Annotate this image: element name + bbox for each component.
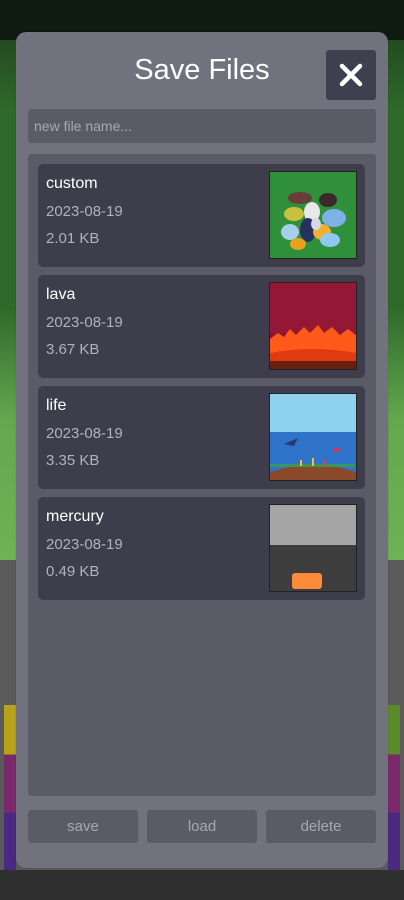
file-name: mercury (46, 508, 104, 525)
file-size: 0.49 KB (46, 563, 100, 580)
save-button[interactable]: save (28, 810, 138, 843)
file-item-life[interactable]: life 2023-08-19 3.35 KB (38, 386, 365, 489)
file-item-lava[interactable]: lava 2023-08-19 3.67 KB (38, 275, 365, 378)
file-name-input[interactable] (28, 109, 376, 143)
save-files-modal: Save Files custom 2023-08-19 2.01 KB (16, 32, 388, 868)
file-size: 3.35 KB (46, 452, 100, 469)
custom-thumbnail (269, 171, 357, 259)
file-item-custom[interactable]: custom 2023-08-19 2.01 KB (38, 164, 365, 267)
file-size: 3.67 KB (46, 341, 100, 358)
close-icon (339, 63, 363, 87)
mercury-thumbnail (269, 504, 357, 592)
file-name: life (46, 397, 67, 414)
load-button[interactable]: load (147, 810, 257, 843)
file-date: 2023-08-19 (46, 203, 123, 220)
close-button[interactable] (326, 50, 376, 100)
lava-thumbnail (269, 282, 357, 370)
file-date: 2023-08-19 (46, 425, 123, 442)
life-thumbnail (269, 393, 357, 481)
file-item-mercury[interactable]: mercury 2023-08-19 0.49 KB (38, 497, 365, 600)
file-name: custom (46, 175, 98, 192)
file-date: 2023-08-19 (46, 314, 123, 331)
file-date: 2023-08-19 (46, 536, 123, 553)
delete-button[interactable]: delete (266, 810, 376, 843)
file-list[interactable]: custom 2023-08-19 2.01 KB lava 2023-08-1… (28, 154, 376, 796)
background-bottom-bar (0, 870, 404, 900)
file-name: lava (46, 286, 76, 303)
background-left-panel (4, 705, 16, 870)
file-size: 2.01 KB (46, 230, 100, 247)
background-right-panel (388, 705, 400, 870)
